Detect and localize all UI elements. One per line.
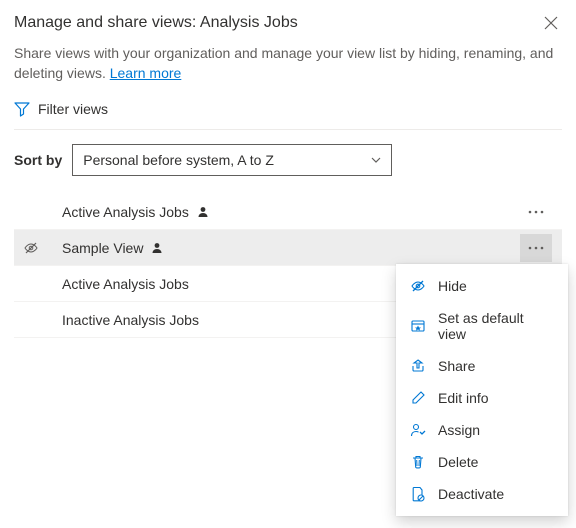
filter-label: Filter views [38,101,108,117]
sort-label: Sort by [14,152,62,168]
view-name: Inactive Analysis Jobs [62,312,199,328]
view-name: Active Analysis Jobs [62,204,189,220]
more-horizontal-icon [528,246,544,250]
row-context-menu: Hide Set as default view Share Edit info… [396,264,568,516]
view-name: Active Analysis Jobs [62,276,189,292]
menu-label: Delete [438,454,478,470]
person-icon [151,242,163,254]
hide-icon [410,278,426,294]
view-row[interactable]: Active Analysis Jobs [14,194,562,230]
share-icon [410,358,426,374]
assign-icon [410,422,426,438]
deactivate-icon [410,486,426,502]
more-actions-button[interactable] [520,198,552,226]
person-icon [197,206,209,218]
menu-label: Assign [438,422,480,438]
menu-share[interactable]: Share [396,350,568,382]
edit-icon [410,390,426,406]
menu-set-default[interactable]: Set as default view [396,302,568,350]
menu-label: Hide [438,278,467,294]
menu-assign[interactable]: Assign [396,414,568,446]
hidden-icon [18,240,44,256]
view-name: Sample View [62,240,143,256]
more-actions-button[interactable] [520,234,552,262]
divider [14,129,562,130]
close-button[interactable] [540,12,562,34]
menu-label: Set as default view [438,310,554,342]
menu-delete[interactable]: Delete [396,446,568,478]
panel-title: Manage and share views: Analysis Jobs [14,14,298,32]
menu-label: Deactivate [438,486,504,502]
menu-hide[interactable]: Hide [396,270,568,302]
menu-label: Edit info [438,390,489,406]
more-horizontal-icon [528,210,544,214]
view-row[interactable]: Sample View [14,230,562,266]
filter-icon [14,101,30,117]
panel-subtitle: Share views with your organization and m… [14,44,562,83]
close-icon [544,16,558,30]
learn-more-link[interactable]: Learn more [110,65,182,81]
sort-select[interactable]: Personal before system, A to Z [72,144,392,176]
menu-label: Share [438,358,475,374]
delete-icon [410,454,426,470]
menu-deactivate[interactable]: Deactivate [396,478,568,510]
default-view-icon [410,318,426,334]
menu-edit-info[interactable]: Edit info [396,382,568,414]
filter-views-button[interactable]: Filter views [14,97,562,129]
